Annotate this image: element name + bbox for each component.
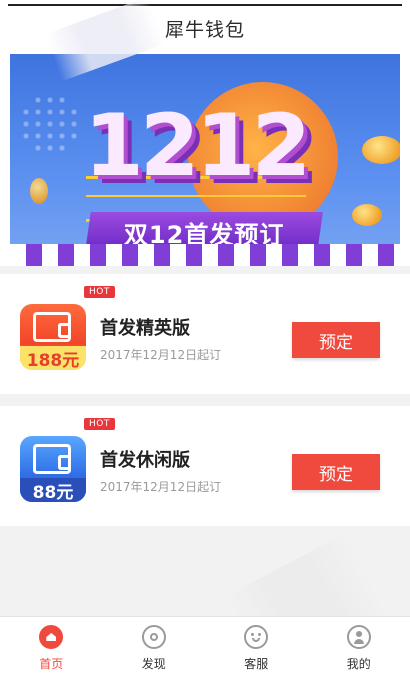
icon-price-label: 188元 [20, 346, 86, 370]
customer-service-icon [244, 625, 268, 649]
product-card-casual[interactable]: HOT 88元 首发休闲版 2017年12月12日起订 预定 [0, 406, 410, 526]
hot-badge: HOT [84, 418, 115, 430]
icon-price-label: 88元 [20, 478, 86, 502]
promo-banner[interactable]: 1212 双12首发预订 [10, 54, 400, 266]
coin-icon [352, 204, 382, 226]
coin-icon [30, 178, 48, 204]
tab-home[interactable]: 首页 [0, 617, 103, 681]
banner-big-number: 1212 [84, 96, 307, 196]
wallet-icon [33, 444, 71, 474]
tab-label: 首页 [39, 655, 63, 672]
tab-label: 我的 [347, 655, 371, 672]
user-icon [347, 625, 371, 649]
section-divider [0, 266, 410, 274]
tab-discover[interactable]: 发现 [103, 617, 206, 681]
reserve-button[interactable]: 预定 [292, 322, 380, 358]
product-date: 2017年12月12日起订 [100, 478, 221, 495]
reserve-button[interactable]: 预定 [292, 454, 380, 490]
wallet-app-icon: 88元 [20, 436, 86, 502]
section-divider [0, 394, 410, 406]
coin-icon [362, 136, 400, 164]
bottom-tab-bar: 首页 发现 客服 我的 [0, 616, 410, 681]
page-title: 犀牛钱包 [165, 15, 245, 42]
product-date: 2017年12月12日起订 [100, 346, 221, 363]
wallet-app-icon: 188元 [20, 304, 86, 370]
product-card-elite[interactable]: HOT 188元 首发精英版 2017年12月12日起订 预定 [0, 274, 410, 394]
eye-icon [142, 625, 166, 649]
banner-dots-graphic [20, 94, 80, 154]
tab-customer-service[interactable]: 客服 [205, 617, 308, 681]
home-icon [39, 625, 63, 649]
product-name: 首发精英版 [100, 314, 190, 340]
wallet-icon [33, 312, 71, 342]
banner-awning-graphic [10, 244, 400, 266]
product-name: 首发休闲版 [100, 446, 190, 472]
tab-label: 客服 [244, 655, 268, 672]
hot-badge: HOT [84, 286, 115, 298]
tab-label: 发现 [142, 655, 166, 672]
tab-mine[interactable]: 我的 [308, 617, 410, 681]
